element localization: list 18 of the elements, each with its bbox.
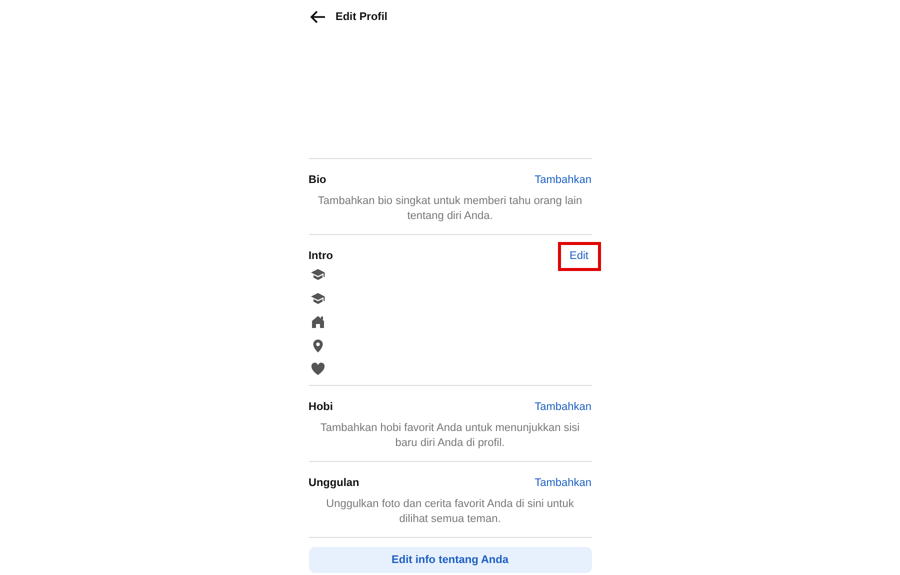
house-icon (310, 314, 326, 330)
action-link[interactable]: Tambahkan (534, 475, 592, 492)
section-title: Bio (308, 173, 326, 188)
section-description: Tambahkan hobi favorit Anda untuk menunjukkan sisi baru diri Anda di profil. (319, 421, 581, 451)
section-description: Tambahkan bio singkat untuk memberi tahu orang lain tentang diri Anda. (316, 194, 584, 224)
section-description: Unggulkan foto dan cerita favorit Anda di sini untuk dilihat semua teman. (325, 497, 575, 527)
edit-about-button[interactable]: Edit info tentang Anda (308, 547, 592, 574)
section-title: Intro (308, 249, 333, 264)
section-title: Hobi (308, 400, 333, 416)
action-link[interactable]: Tambahkan (534, 172, 592, 189)
graduation-cap-icon (310, 267, 326, 283)
action-link[interactable]: Tambahkan (534, 399, 592, 416)
action-link[interactable]: Edit (558, 242, 600, 271)
back-arrow-icon[interactable] (310, 10, 326, 24)
section-title: Unggulan (308, 476, 360, 492)
graduation-cap-icon (310, 290, 326, 306)
page-title: Edit Profil (336, 10, 388, 25)
heart-icon (310, 361, 326, 377)
